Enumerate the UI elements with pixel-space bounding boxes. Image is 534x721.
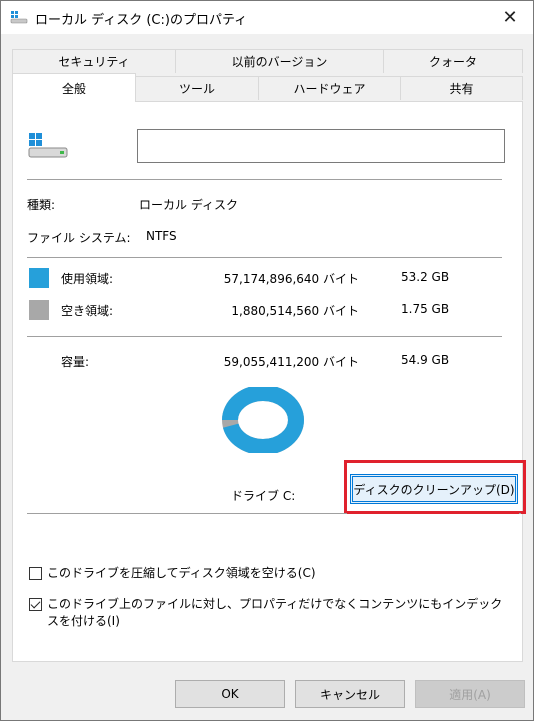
windows-drive-icon bbox=[27, 131, 69, 164]
tab-label: セキュリティ bbox=[58, 55, 130, 69]
cancel-button[interactable]: キャンセル bbox=[295, 680, 405, 708]
close-button[interactable]: ✕ bbox=[487, 1, 533, 34]
compress-label[interactable]: このドライブを圧縮してディスク領域を空ける(C) bbox=[47, 565, 316, 582]
index-option[interactable]: このドライブ上のファイルに対し、プロパティだけでなくコンテンツにもインデック ス… bbox=[29, 596, 502, 630]
button-label: 適用(A) bbox=[449, 687, 491, 702]
index-label-line: スを付ける(I) bbox=[47, 614, 120, 628]
divider bbox=[27, 513, 347, 514]
tab-general[interactable]: 全般 bbox=[12, 73, 136, 102]
tab-security[interactable]: セキュリティ bbox=[12, 49, 176, 73]
used-space-bytes: 57,174,896,640 バイト bbox=[223, 272, 359, 286]
used-space-swatch bbox=[29, 268, 49, 288]
button-label: キャンセル bbox=[319, 687, 380, 702]
button-label: ディスクのクリーンアップ(D) bbox=[353, 482, 515, 497]
index-checkbox[interactable] bbox=[29, 598, 42, 611]
type-value: ローカル ディスク bbox=[139, 198, 238, 212]
tab-sharing[interactable]: 共有 bbox=[400, 76, 523, 100]
used-space-label: 使用領域: bbox=[61, 272, 114, 286]
tab-label: 全般 bbox=[61, 81, 86, 96]
divider bbox=[27, 257, 502, 258]
tab-label: クォータ bbox=[428, 55, 477, 69]
close-icon[interactable]: ✕ bbox=[502, 7, 517, 28]
tab-tools[interactable]: ツール bbox=[135, 76, 259, 100]
used-space-size: 53.2 GB bbox=[401, 270, 450, 284]
capacity-bytes: 59,055,411,200 バイト bbox=[223, 355, 359, 369]
ok-button[interactable]: OK bbox=[175, 680, 285, 708]
filesystem-label: ファイル システム: bbox=[27, 231, 131, 245]
divider bbox=[27, 336, 502, 337]
tab-label: ハードウェア bbox=[293, 82, 366, 96]
compress-option[interactable]: このドライブを圧縮してディスク領域を空ける(C) bbox=[29, 565, 316, 582]
tab-quota[interactable]: クォータ bbox=[383, 49, 523, 73]
window-title: ローカル ディスク (C:)のプロパティ bbox=[35, 13, 248, 28]
tab-label: 以前のバージョン bbox=[231, 55, 328, 69]
title-bar[interactable]: ローカル ディスク (C:)のプロパティ ✕ bbox=[1, 1, 533, 34]
capacity-size: 54.9 GB bbox=[401, 353, 450, 367]
used-space-ring bbox=[222, 387, 304, 453]
tab-label: 共有 bbox=[449, 82, 474, 96]
free-space-swatch bbox=[29, 300, 49, 320]
divider bbox=[519, 513, 521, 514]
free-space-label: 空き領域: bbox=[61, 304, 114, 318]
drive-label: ドライブ C: bbox=[231, 489, 296, 503]
disk-cleanup-button[interactable]: ディスクのクリーンアップ(D) bbox=[350, 474, 518, 504]
drive-icon bbox=[10, 10, 28, 24]
index-label[interactable]: このドライブ上のファイルに対し、プロパティだけでなくコンテンツにもインデック ス… bbox=[47, 596, 502, 630]
free-space-size: 1.75 GB bbox=[401, 302, 450, 316]
apply-button[interactable]: 適用(A) bbox=[415, 680, 525, 708]
compress-checkbox[interactable] bbox=[29, 567, 42, 580]
tab-label: ツール bbox=[178, 82, 215, 96]
properties-window: ローカル ディスク (C:)のプロパティ ✕ セキュリティ 以前のバージョン ク… bbox=[0, 0, 534, 721]
divider bbox=[27, 179, 502, 180]
disk-usage-donut bbox=[222, 387, 304, 453]
tab-hardware[interactable]: ハードウェア bbox=[258, 76, 401, 100]
filesystem-value: NTFS bbox=[146, 229, 177, 243]
volume-name-input[interactable] bbox=[137, 129, 505, 163]
index-label-line: このドライブ上のファイルに対し、プロパティだけでなくコンテンツにもインデック bbox=[47, 597, 503, 611]
tab-previous-versions[interactable]: 以前のバージョン bbox=[175, 49, 384, 73]
type-label: 種類: bbox=[27, 198, 56, 212]
button-label: OK bbox=[221, 687, 239, 701]
capacity-label: 容量: bbox=[61, 355, 90, 369]
free-space-bytes: 1,880,514,560 バイト bbox=[231, 304, 359, 318]
